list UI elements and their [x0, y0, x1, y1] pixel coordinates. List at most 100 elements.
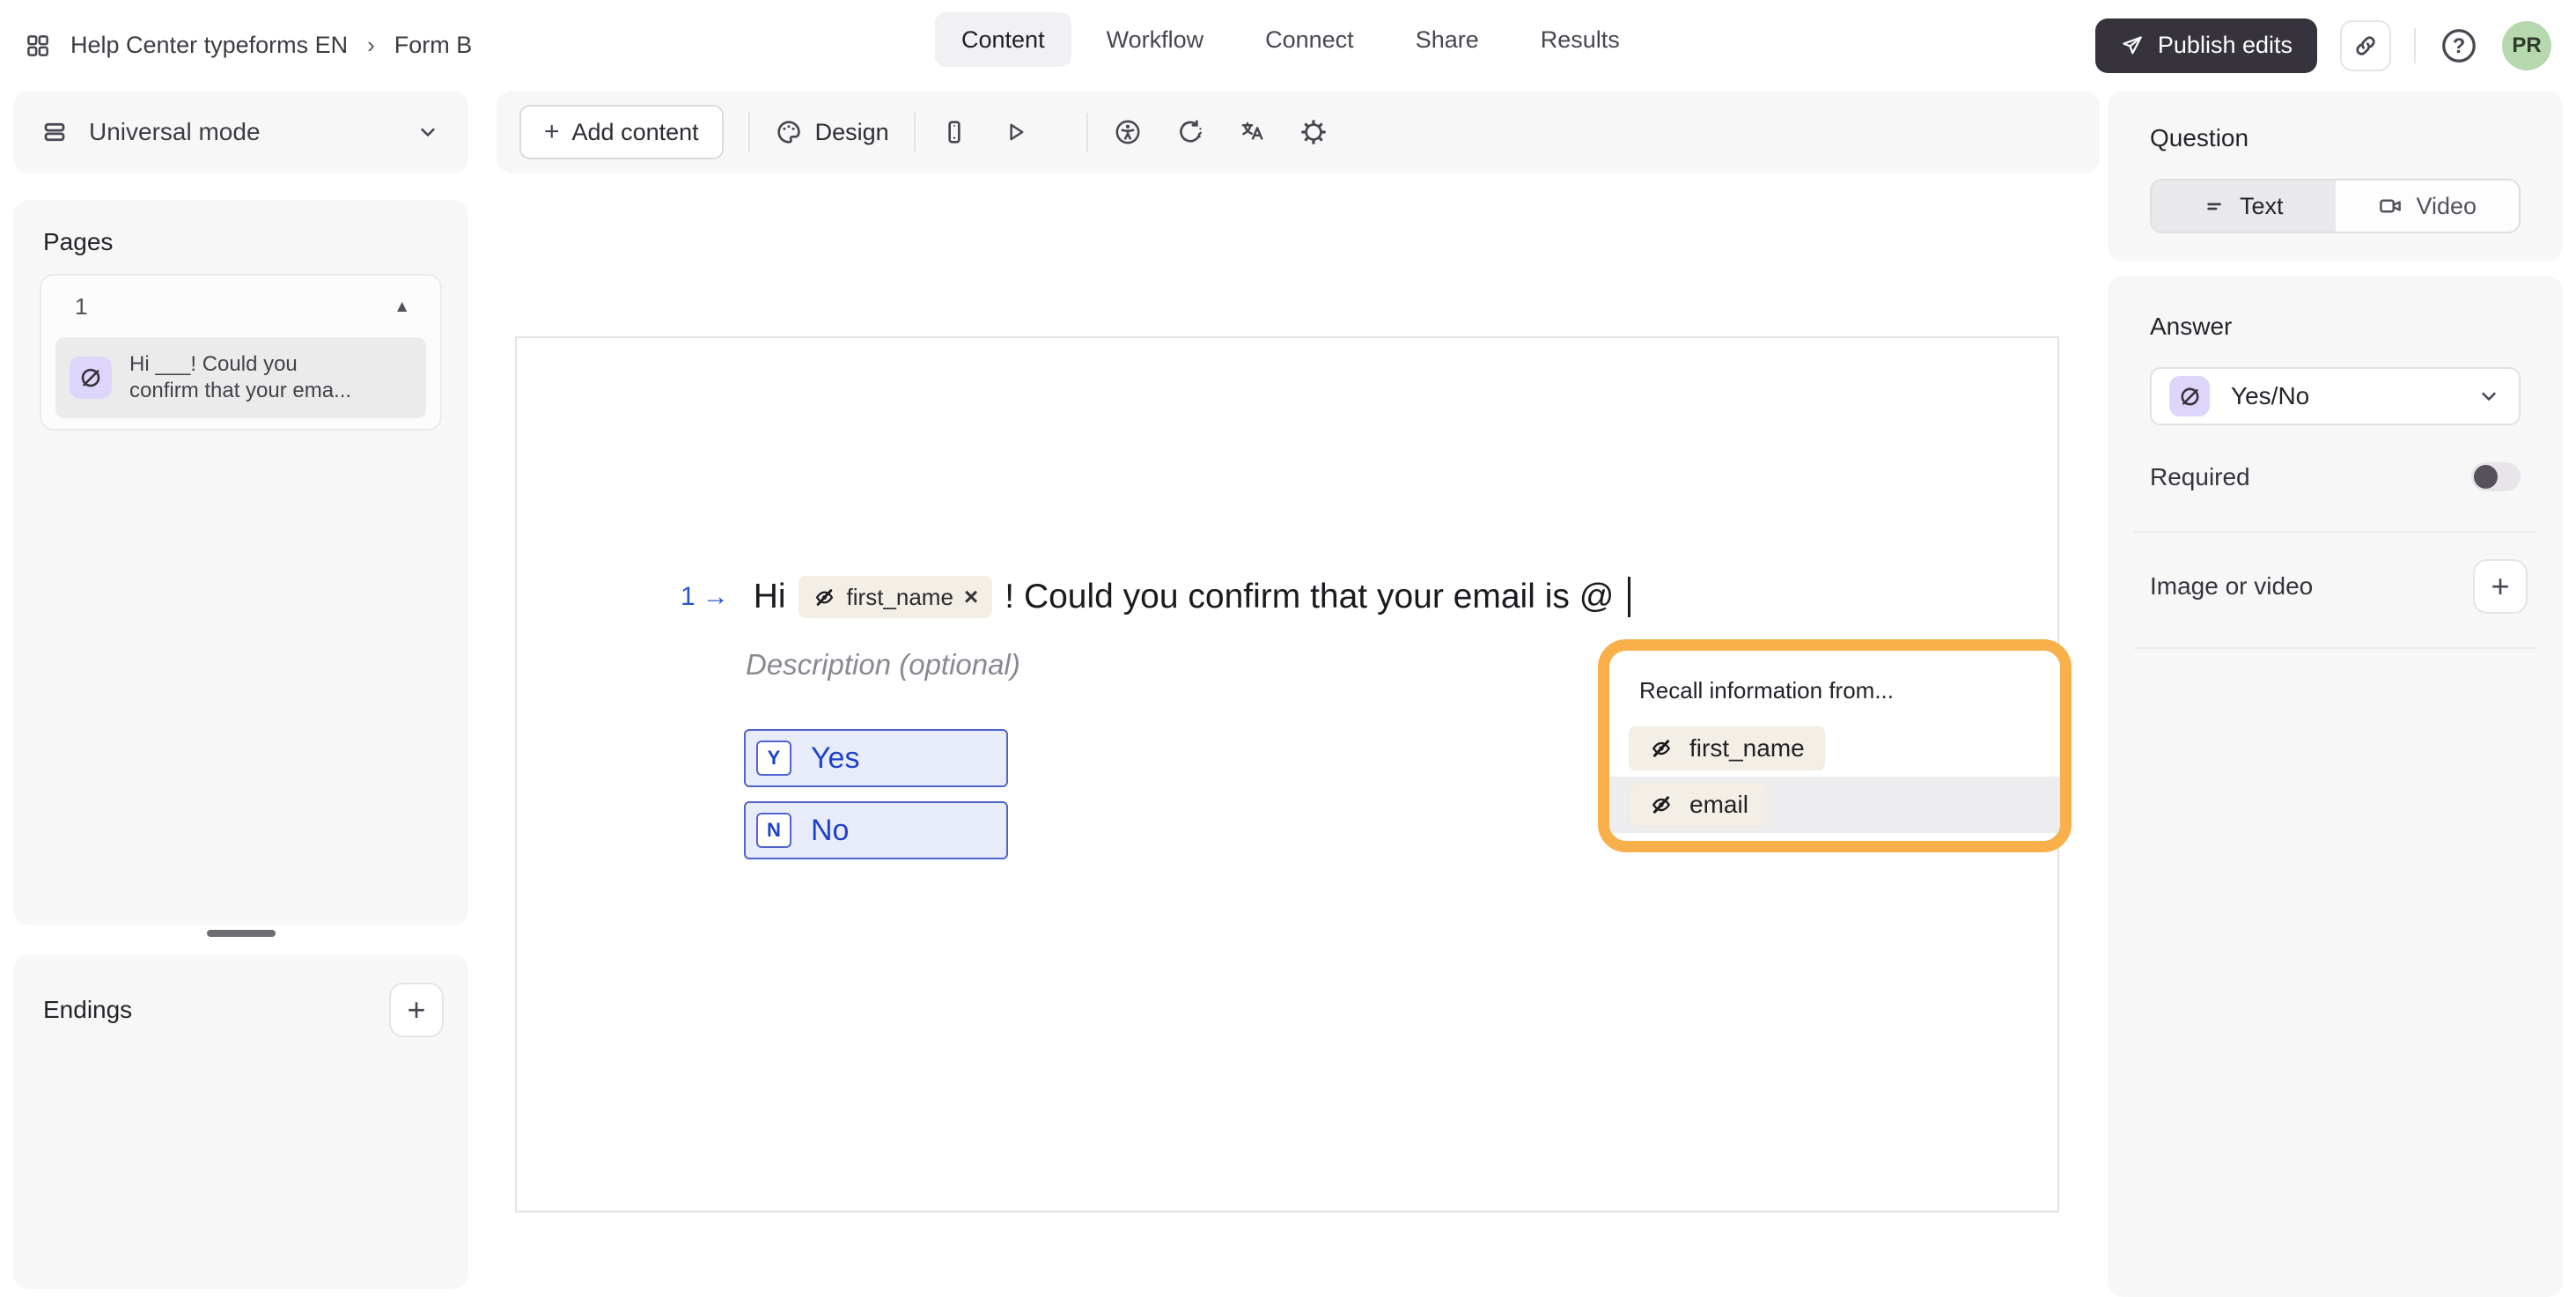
tab-workflow[interactable]: Workflow: [1080, 12, 1231, 67]
choice-yes[interactable]: Y Yes: [744, 729, 1008, 787]
toolbar-divider: [913, 113, 916, 151]
key-hint-y: Y: [756, 741, 791, 776]
question-section-title: Question: [2150, 124, 2249, 151]
breadcrumb: Help Center typeforms EN › Form B: [25, 0, 472, 91]
form-canvas[interactable]: 1 → Hi first_name × ! Could you confirm …: [515, 336, 2072, 1212]
text-lines-icon: [2204, 195, 2227, 218]
text-cursor: [1628, 577, 1631, 617]
add-content-label: Add content: [571, 118, 699, 145]
copy-link-button[interactable]: [2340, 19, 2391, 71]
question-title[interactable]: Hi first_name × ! Could you confirm that…: [754, 576, 1631, 618]
question-row: 1 → Hi first_name × ! Could you confirm …: [681, 576, 1631, 618]
workspace-grid-icon[interactable]: [25, 33, 51, 59]
arrow-right-icon: →: [702, 582, 729, 611]
recall-menu: Recall information from... first_name em…: [1609, 651, 2060, 841]
answer-settings-panel: Answer Yes/No Required Image or video +: [2108, 276, 2563, 1297]
add-image-or-video-button[interactable]: +: [2473, 559, 2528, 614]
eye-off-icon: [1649, 736, 1674, 761]
avatar-initials: PR: [2512, 33, 2542, 57]
topbar-right-cluster: Publish edits ? PR: [2094, 0, 2551, 91]
image-or-video-row: Image or video +: [2150, 559, 2528, 614]
plus-icon: +: [544, 117, 560, 146]
required-label: Required: [2150, 462, 2250, 490]
mode-selector[interactable]: Universal mode: [13, 91, 468, 173]
mode-selector-label: Universal mode: [89, 118, 261, 145]
chip-close-icon[interactable]: ×: [964, 585, 978, 609]
breadcrumb-form-name[interactable]: Form B: [394, 32, 473, 59]
add-content-button[interactable]: + Add content: [519, 105, 724, 159]
endings-panel: Endings +: [13, 954, 468, 1289]
plus-icon: +: [2491, 568, 2510, 604]
tab-share[interactable]: Share: [1389, 12, 1505, 67]
palette-icon: [775, 118, 803, 146]
answer-type-label: Yes/No: [2231, 382, 2310, 409]
question-media-toggle: Text Video: [2150, 179, 2521, 233]
recall-menu-highlight-annotation: Recall information from... first_name em…: [1598, 639, 2072, 852]
recall-variable-chip[interactable]: first_name ×: [798, 576, 993, 618]
recall-menu-title: Recall information from...: [1639, 677, 1894, 704]
panel-resize-handle[interactable]: [207, 930, 276, 937]
version-history-icon[interactable]: [1176, 118, 1204, 146]
avatar[interactable]: PR: [2502, 20, 2551, 70]
video-camera-icon: [2377, 193, 2403, 219]
eye-off-icon: [1649, 792, 1674, 817]
required-row: Required: [2150, 462, 2521, 491]
pages-panel: Pages 1 ▲ Hi ___! Could you confirm that…: [13, 200, 468, 925]
recall-item-chip: first_name: [1629, 726, 1825, 770]
choice-no[interactable]: N No: [744, 801, 1008, 859]
recall-menu-item-first-name[interactable]: first_name: [1609, 720, 2060, 777]
tab-content[interactable]: Content: [935, 12, 1071, 67]
tab-text[interactable]: Text: [2152, 181, 2336, 232]
editor-toolbar: + Add content Design: [497, 91, 2100, 173]
translate-icon[interactable]: [1238, 118, 1266, 146]
tab-results[interactable]: Results: [1514, 12, 1646, 67]
answer-type-select[interactable]: Yes/No: [2150, 367, 2521, 425]
choice-yes-label: Yes: [811, 741, 860, 775]
endings-title: Endings: [43, 996, 133, 1023]
question-suffix: ! Could you confirm that your email is @: [1005, 578, 1615, 615]
breadcrumb-separator: ›: [367, 32, 375, 58]
page-group-card: 1 ▲ Hi ___! Could you confirm that your …: [40, 274, 442, 431]
key-hint-n: N: [756, 813, 791, 848]
section-divider: [2134, 531, 2536, 533]
answer-choices: Y Yes N No: [744, 729, 1008, 859]
page-item-label: Hi ___! Could you confirm that your ema.…: [129, 352, 352, 402]
question-prefix: Hi: [753, 578, 786, 615]
main-nav-tabs: Content Workflow Connect Share Results: [935, 12, 1646, 67]
yesno-question-icon: [70, 357, 112, 399]
question-number: 1 →: [681, 582, 729, 611]
pages-title: Pages: [43, 228, 114, 255]
add-ending-button[interactable]: +: [389, 983, 444, 1037]
description-placeholder[interactable]: Description (optional): [746, 648, 1020, 682]
question-settings-panel: Question Text Video: [2108, 91, 2563, 262]
mobile-preview-button[interactable]: [940, 118, 968, 146]
plus-icon: +: [407, 991, 426, 1028]
design-button[interactable]: Design: [775, 118, 889, 146]
page-group-number: 1: [75, 293, 88, 320]
link-icon: [2352, 33, 2379, 59]
settings-gear-icon[interactable]: [1299, 118, 1328, 146]
recall-menu-item-email[interactable]: email: [1609, 777, 2060, 833]
eye-off-icon: [813, 586, 836, 609]
endings-header: Endings +: [13, 954, 468, 1037]
send-icon: [2120, 33, 2144, 57]
accessibility-button[interactable]: [1113, 117, 1143, 147]
recall-variable-name: first_name: [846, 583, 953, 610]
top-bar: Help Center typeforms EN › Form B Conten…: [0, 0, 2576, 91]
tab-connect[interactable]: Connect: [1239, 12, 1380, 67]
collapse-group-icon[interactable]: ▲: [394, 298, 410, 317]
breadcrumb-workspace[interactable]: Help Center typeforms EN: [70, 32, 348, 59]
publish-edits-button[interactable]: Publish edits: [2094, 18, 2317, 73]
preview-play-button[interactable]: [1002, 119, 1028, 145]
chevron-down-icon: [416, 120, 440, 144]
chevron-down-icon: [2477, 384, 2501, 409]
page-group-header: 1 ▲: [41, 276, 440, 321]
topbar-divider: [2414, 27, 2416, 63]
help-button[interactable]: ?: [2439, 26, 2479, 66]
answer-section-title: Answer: [2150, 313, 2233, 340]
toolbar-divider: [1086, 113, 1088, 151]
tab-video[interactable]: Video: [2336, 181, 2520, 232]
required-toggle[interactable]: [2471, 462, 2521, 491]
page-list-item[interactable]: Hi ___! Could you confirm that your ema.…: [55, 337, 426, 418]
section-divider: [2134, 647, 2536, 649]
